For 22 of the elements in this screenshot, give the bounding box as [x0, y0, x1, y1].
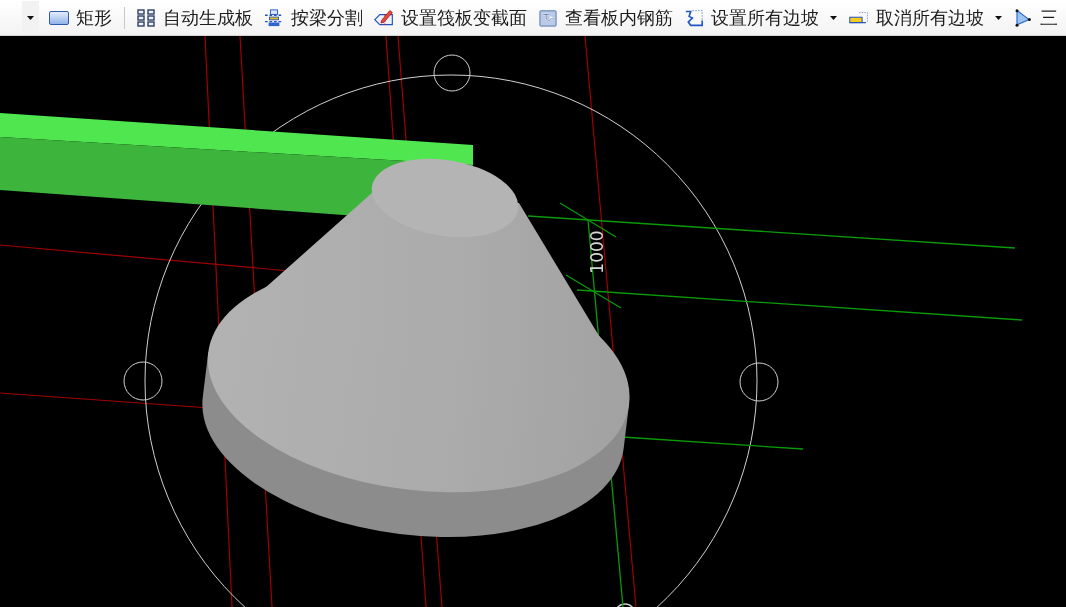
grid-icon: [136, 8, 157, 27]
orbit-handle[interactable]: [739, 362, 779, 402]
dimension-label: 1000: [587, 230, 607, 274]
toolbar-button[interactable]: 设置所有边坡: [681, 4, 823, 31]
caret-icon: [830, 15, 838, 20]
rectangle-icon: [49, 8, 70, 27]
orbit-handle[interactable]: [614, 603, 636, 607]
pencil-icon: [374, 8, 395, 27]
orbit-handle[interactable]: [123, 361, 163, 401]
caret-icon: [27, 15, 35, 20]
toolbar-button[interactable]: 自动生成板: [133, 4, 257, 31]
tile-icon: [538, 8, 559, 27]
toolbar-button[interactable]: 按梁分割: [261, 4, 367, 31]
toolbar-button[interactable]: 设置筏板变截面: [371, 4, 531, 31]
toolbar-button[interactable]: 三: [1010, 4, 1061, 31]
caret-icon: [994, 15, 1002, 20]
outline-shape-icon: [684, 8, 705, 27]
toolbar-button[interactable]: 矩形: [46, 4, 116, 31]
triangle-icon: [1013, 8, 1033, 27]
toolbar-button[interactable]: 查看板内钢筋: [535, 4, 677, 31]
toolbar-button[interactable]: 取消所有边坡: [845, 4, 987, 31]
orbit-handle[interactable]: [433, 54, 471, 92]
